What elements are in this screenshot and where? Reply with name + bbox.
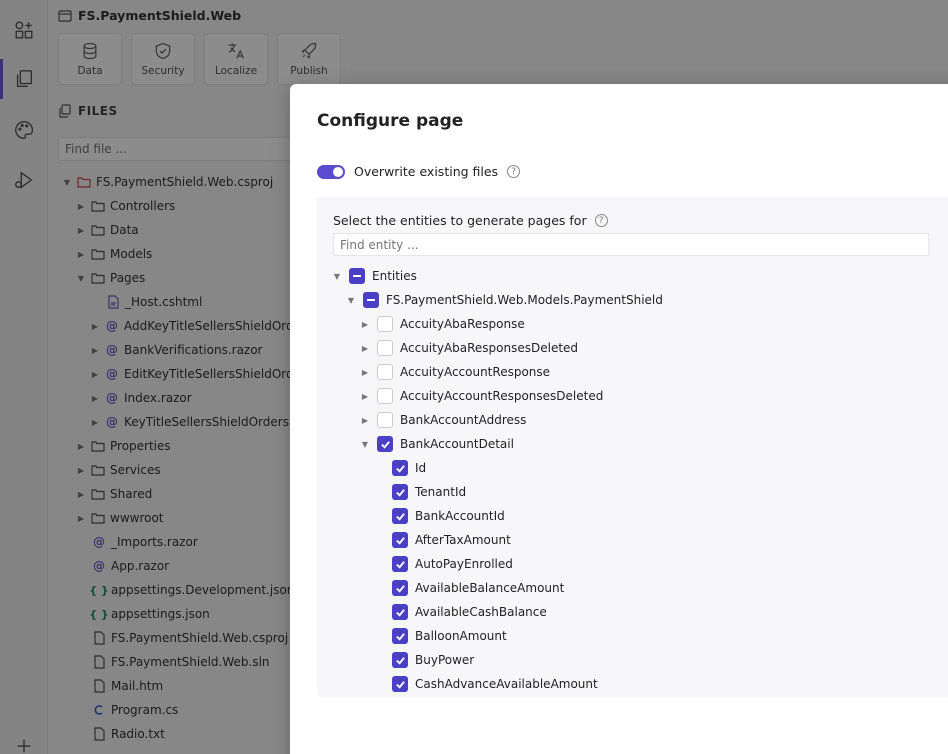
property-row[interactable]: AvailableBalanceAmount	[392, 576, 564, 600]
entities-label-row: Select the entities to generate pages fo…	[333, 213, 608, 228]
check-icon	[395, 656, 405, 665]
check-icon	[395, 560, 405, 569]
checkbox-checked[interactable]	[392, 676, 408, 692]
find-entity-input[interactable]	[333, 233, 929, 256]
check-icon	[380, 440, 390, 449]
entity-row[interactable]: ▼ BankAccountDetail	[360, 432, 514, 456]
property-row[interactable]: TenantId	[392, 480, 466, 504]
checkbox-checked[interactable]	[392, 580, 408, 596]
check-icon	[395, 464, 405, 473]
checkbox-checked[interactable]	[392, 532, 408, 548]
check-icon	[395, 680, 405, 689]
checkbox-checked[interactable]	[392, 460, 408, 476]
entity-row[interactable]: ▶ AccuityAccountResponsesDeleted	[360, 384, 603, 408]
checkbox-checked[interactable]	[392, 508, 408, 524]
check-icon	[395, 608, 405, 617]
entity-row-root[interactable]: ▼ Entities	[332, 264, 417, 288]
property-row[interactable]: BankAccountId	[392, 504, 505, 528]
configure-page-dialog: Configure page Overwrite existing files …	[290, 84, 948, 754]
overwrite-toggle[interactable]	[317, 164, 345, 179]
checkbox-checked[interactable]	[392, 556, 408, 572]
chevron-down-icon[interactable]: ▼	[360, 440, 370, 449]
overwrite-label: Overwrite existing files	[354, 164, 499, 179]
checkbox-checked[interactable]	[377, 436, 393, 452]
check-icon	[395, 488, 405, 497]
checkbox-mixed[interactable]	[363, 292, 379, 308]
property-row[interactable]: CashAdvanceAvailableAmount	[392, 672, 598, 696]
checkbox[interactable]	[377, 340, 393, 356]
help-icon[interactable]: ?	[507, 165, 521, 178]
chevron-right-icon[interactable]: ▶	[360, 344, 370, 353]
chevron-down-icon[interactable]: ▼	[332, 272, 342, 281]
chevron-right-icon[interactable]: ▶	[360, 392, 370, 401]
property-row[interactable]: BuyPower	[392, 648, 474, 672]
entity-row[interactable]: ▶ AccuityAbaResponsesDeleted	[360, 336, 578, 360]
property-row[interactable]: AutoPayEnrolled	[392, 552, 513, 576]
entity-row[interactable]: ▶ AccuityAccountResponse	[360, 360, 550, 384]
chevron-right-icon[interactable]: ▶	[360, 368, 370, 377]
overwrite-row: Overwrite existing files ?	[317, 164, 521, 179]
checkbox-checked[interactable]	[392, 604, 408, 620]
checkbox-mixed[interactable]	[349, 268, 365, 284]
checkbox[interactable]	[377, 412, 393, 428]
checkbox-checked[interactable]	[392, 484, 408, 500]
property-row[interactable]: Id	[392, 456, 426, 480]
check-icon	[395, 512, 405, 521]
check-icon	[395, 536, 405, 545]
chevron-right-icon[interactable]: ▶	[360, 320, 370, 329]
property-row[interactable]: AfterTaxAmount	[392, 528, 511, 552]
entities-panel: Select the entities to generate pages fo…	[317, 197, 948, 697]
check-icon	[395, 632, 405, 641]
checkbox[interactable]	[377, 316, 393, 332]
checkbox[interactable]	[377, 364, 393, 380]
entity-row-namespace[interactable]: ▼ FS.PaymentShield.Web.Models.PaymentShi…	[346, 288, 663, 312]
entity-row[interactable]: ▶ AccuityAbaResponse	[360, 312, 525, 336]
checkbox-checked[interactable]	[392, 628, 408, 644]
dialog-title: Configure page	[317, 111, 464, 131]
chevron-down-icon[interactable]: ▼	[346, 296, 356, 305]
entity-row[interactable]: ▶ BankAccountAddress	[360, 408, 526, 432]
checkbox-checked[interactable]	[392, 652, 408, 668]
help-icon[interactable]: ?	[594, 214, 608, 227]
check-icon	[395, 584, 405, 593]
chevron-right-icon[interactable]: ▶	[360, 416, 370, 425]
property-row[interactable]: BalloonAmount	[392, 624, 507, 648]
property-row[interactable]: AvailableCashBalance	[392, 600, 547, 624]
checkbox[interactable]	[377, 388, 393, 404]
